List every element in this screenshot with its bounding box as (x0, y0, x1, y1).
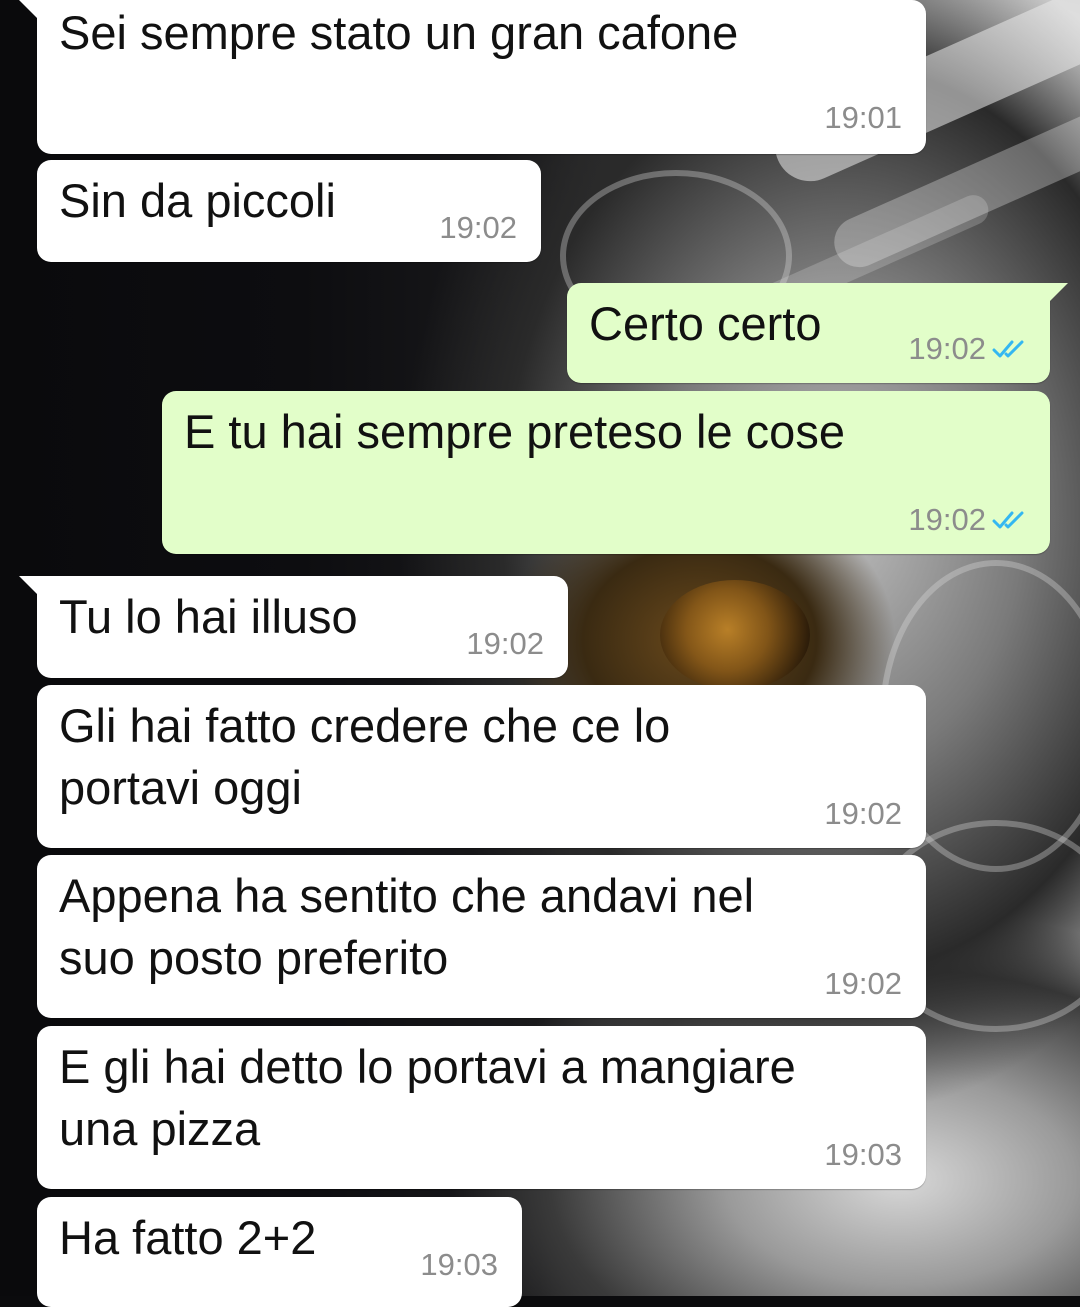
message-text: E tu hai sempre preteso le cose (184, 405, 845, 458)
message-meta: 19:02 (908, 331, 1026, 367)
message-time: 19:02 (908, 502, 986, 537)
message-bubble-outgoing[interactable]: E tu hai sempre preteso le cose 19:02 (162, 391, 1050, 554)
message-text: E gli hai detto lo portavi a mangiare un… (59, 1040, 796, 1155)
message-meta: 19:02 (466, 626, 544, 662)
message-bubble-incoming[interactable]: Sin da piccoli 19:02 (37, 160, 541, 262)
message-bubble-outgoing[interactable]: Certo certo 19:02 (567, 283, 1068, 383)
message-time: 19:03 (824, 1137, 902, 1172)
message-text: Sei sempre stato un gran cafone (59, 6, 739, 59)
message-bubble-incoming[interactable]: Gli hai fatto credere che ce lo portavi … (37, 685, 926, 848)
double-check-read-icon (992, 340, 1024, 358)
message-meta: 19:02 (439, 210, 517, 246)
message-meta: 19:02 (824, 966, 902, 1002)
double-check-read-icon (992, 511, 1024, 529)
message-time: 19:02 (439, 210, 517, 245)
message-meta: 19:01 (824, 100, 902, 136)
message-bubble-incoming[interactable]: Sei sempre stato un gran cafone 19:01 (19, 0, 926, 154)
message-bubble-incoming[interactable]: Tu lo hai illuso 19:02 (19, 576, 568, 678)
message-time: 19:02 (824, 796, 902, 831)
message-meta: 19:03 (824, 1137, 902, 1173)
message-time: 19:01 (824, 100, 902, 135)
message-time: 19:02 (466, 626, 544, 661)
message-bubble-incoming[interactable]: Ha fatto 2+2 19:03 (37, 1197, 522, 1307)
message-meta: 19:03 (420, 1247, 498, 1283)
message-text: Gli hai fatto credere che ce lo portavi … (59, 699, 671, 814)
message-time: 19:02 (908, 331, 986, 366)
message-meta: 19:02 (908, 502, 1026, 538)
message-meta: 19:02 (824, 796, 902, 832)
message-time: 19:02 (824, 966, 902, 1001)
message-time: 19:03 (420, 1247, 498, 1282)
message-bubble-incoming[interactable]: E gli hai detto lo portavi a mangiare un… (37, 1026, 926, 1189)
message-text: Appena ha sentito che andavi nel suo pos… (59, 869, 755, 984)
message-list[interactable]: Sei sempre stato un gran cafone 19:01 Si… (0, 0, 1080, 1307)
message-bubble-incoming[interactable]: Appena ha sentito che andavi nel suo pos… (37, 855, 926, 1018)
